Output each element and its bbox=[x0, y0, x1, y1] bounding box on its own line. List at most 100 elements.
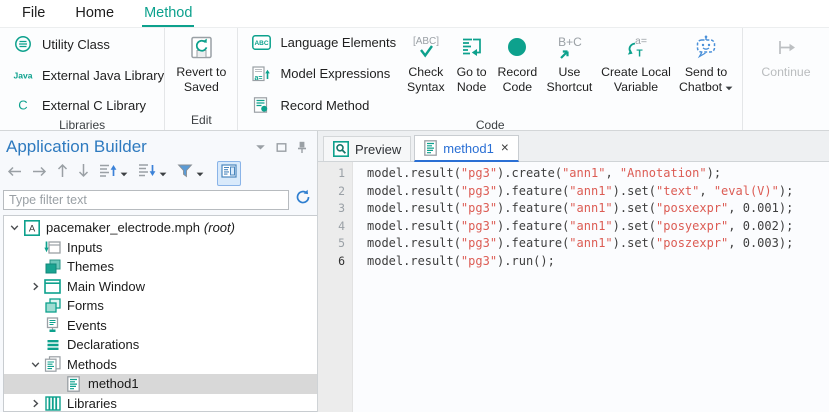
string-literal: "pg3" bbox=[461, 166, 497, 180]
line-number: 2 bbox=[318, 183, 345, 201]
menu-method[interactable]: Method bbox=[142, 0, 194, 27]
pin-icon[interactable] bbox=[297, 141, 307, 154]
tree-item-label: Main Window bbox=[67, 279, 145, 294]
forward-button[interactable] bbox=[31, 163, 48, 183]
content-area: Application Builder Apacemaker_electrode… bbox=[0, 131, 829, 412]
move-up-list-icon bbox=[99, 163, 117, 183]
refresh-icon[interactable] bbox=[295, 189, 311, 210]
forms-icon bbox=[43, 298, 62, 313]
string-literal: "pg3" bbox=[461, 236, 497, 250]
move-node-up-button[interactable] bbox=[98, 162, 129, 184]
button-label: External C Library bbox=[42, 98, 146, 113]
code-line: model.result("pg3").feature("ann1").set(… bbox=[367, 235, 793, 253]
check-syntax-button[interactable]: [ABC] Check Syntax bbox=[404, 31, 447, 98]
tree-item-events[interactable]: Events bbox=[4, 316, 317, 336]
tree-item-label: Forms bbox=[67, 298, 104, 313]
button-text: Continue bbox=[761, 65, 810, 79]
external-java-library-button[interactable]: JavaExternal Java Library bbox=[7, 67, 167, 84]
panel-controls bbox=[255, 141, 307, 154]
tree-item-themes[interactable]: Themes bbox=[4, 257, 317, 277]
move-up-button[interactable] bbox=[56, 162, 69, 184]
tree-item-method1[interactable]: method1 bbox=[4, 374, 317, 394]
tab-method1[interactable]: method1× bbox=[414, 135, 518, 162]
filter-icon bbox=[177, 163, 193, 183]
button-label: Check Syntax bbox=[405, 65, 446, 96]
expander-closed-icon[interactable] bbox=[28, 399, 43, 408]
code-text: , bbox=[699, 184, 713, 198]
string-literal: "pg3" bbox=[461, 219, 497, 233]
arrow-right-icon bbox=[32, 164, 47, 182]
use-shortcut-icon: B+C bbox=[551, 34, 587, 65]
code-text: ).feature( bbox=[497, 184, 569, 198]
ribbon-groups: Utility Class JavaExternal Java Library CE… bbox=[0, 28, 742, 130]
expander-open-icon[interactable] bbox=[28, 360, 43, 369]
use-shortcut-button[interactable]: B+CUse Shortcut bbox=[544, 31, 595, 98]
line-number: 6 bbox=[318, 253, 345, 271]
svg-text:a=: a= bbox=[635, 35, 647, 47]
utility-class-icon bbox=[10, 35, 36, 53]
button-label: Continue bbox=[761, 65, 810, 80]
continue-button[interactable]: Continue bbox=[755, 31, 817, 82]
button-text: Use Shortcut bbox=[547, 65, 593, 94]
move-down-button[interactable] bbox=[77, 162, 90, 184]
code-text: model.result( bbox=[367, 254, 461, 268]
tree-item-methods[interactable]: Methods bbox=[4, 355, 317, 375]
filter-input[interactable] bbox=[3, 190, 289, 210]
model-expressions-button[interactable]: a= Model Expressions bbox=[245, 65, 399, 83]
move-node-down-button[interactable] bbox=[137, 162, 168, 184]
code-text: ).set( bbox=[613, 201, 656, 215]
back-button[interactable] bbox=[6, 163, 23, 183]
tree-item-forms[interactable]: Forms bbox=[4, 296, 317, 316]
filter-button[interactable] bbox=[176, 162, 205, 184]
tree-item-libraries[interactable]: Libraries bbox=[4, 394, 317, 412]
button-label: Send to Chatbot bbox=[678, 65, 734, 96]
tree-item-declarations[interactable]: Declarations bbox=[4, 335, 317, 355]
code-text: model.result( bbox=[367, 219, 461, 233]
tree-item-pacemaker-electrode-mph[interactable]: Apacemaker_electrode.mph(root) bbox=[4, 218, 317, 238]
tree-item-label: Themes bbox=[67, 259, 114, 274]
button-label: Model Expressions bbox=[280, 66, 390, 81]
model-expressions-icon: a= bbox=[248, 66, 274, 82]
send-to-chatbot-button[interactable]: Send to Chatbot bbox=[677, 31, 735, 98]
tree-item-label: Events bbox=[67, 318, 107, 333]
code-content[interactable]: model.result("pg3").create("ann1", "Anno… bbox=[353, 162, 793, 412]
code-area[interactable]: 123456 model.result("pg3").create("ann1"… bbox=[318, 162, 829, 412]
expander-open-icon[interactable] bbox=[7, 223, 22, 232]
arrow-up-icon bbox=[57, 163, 68, 183]
menu-home[interactable]: Home bbox=[73, 0, 116, 27]
chevron-down-icon bbox=[725, 80, 733, 95]
tree-item-main-window[interactable]: Main Window bbox=[4, 277, 317, 297]
expander-closed-icon[interactable] bbox=[28, 282, 43, 291]
record-code-button[interactable]: Record Code bbox=[496, 31, 539, 98]
external-c-library-button[interactable]: CExternal C Library bbox=[7, 96, 167, 114]
record-method-button[interactable]: Record Method bbox=[245, 96, 399, 114]
tab-preview[interactable]: Preview bbox=[323, 136, 411, 161]
svg-text:[ABC]: [ABC] bbox=[413, 36, 439, 47]
line-number: 4 bbox=[318, 218, 345, 236]
button-text: Go to Node bbox=[457, 65, 487, 94]
language-elements-button[interactable]: ABCLanguage Elements bbox=[245, 34, 399, 51]
method-doc-icon bbox=[424, 140, 437, 156]
line-number-gutter: 123456 bbox=[318, 162, 353, 412]
tree-item-inputs[interactable]: Inputs bbox=[4, 238, 317, 258]
button-text: Record Code bbox=[498, 65, 538, 94]
restore-icon[interactable] bbox=[276, 142, 287, 153]
string-literal: "ann1" bbox=[569, 201, 612, 215]
button-label: Revert to Saved bbox=[173, 65, 229, 96]
menubar: File Home Method bbox=[0, 0, 829, 27]
code-line: model.result("pg3").create("ann1", "Anno… bbox=[367, 165, 793, 183]
create-local-variable-button[interactable]: a=TCreate Local Variable bbox=[600, 31, 672, 98]
string-literal: "ann1" bbox=[569, 219, 612, 233]
revert-to-saved-button[interactable]: Revert to Saved bbox=[172, 31, 230, 98]
code-view-icon bbox=[221, 164, 237, 183]
code-text: model.result( bbox=[367, 184, 461, 198]
code-text: ); bbox=[707, 166, 721, 180]
close-icon[interactable]: × bbox=[501, 141, 509, 155]
panel-title: Application Builder bbox=[6, 137, 255, 157]
utility-class-button[interactable]: Utility Class bbox=[7, 34, 167, 54]
menu-file[interactable]: File bbox=[20, 0, 47, 27]
button-text: Check Syntax bbox=[407, 65, 445, 94]
editor-tools-button[interactable] bbox=[217, 161, 241, 186]
chevron-down-icon[interactable] bbox=[255, 144, 266, 151]
go-to-node-button[interactable]: Go to Node bbox=[453, 31, 491, 98]
